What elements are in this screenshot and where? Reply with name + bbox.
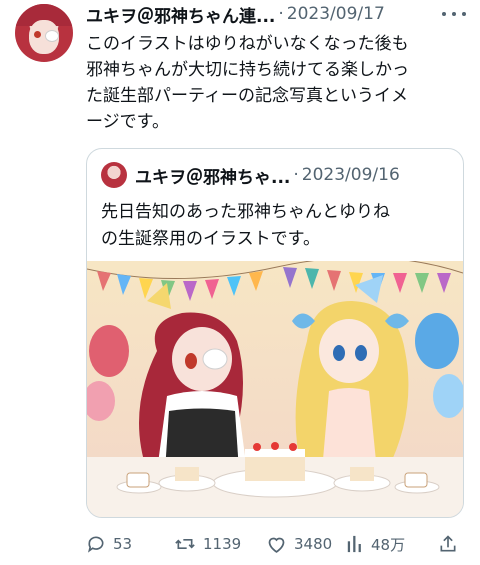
avatar-eyepatch	[45, 30, 59, 42]
quoted-header-separator: ·	[293, 165, 299, 185]
quoted-author-name: ユキヲ＠邪神ちゃ...	[135, 167, 291, 188]
views-count: 48万	[371, 535, 406, 554]
views-button[interactable]: 48万	[346, 530, 405, 558]
quoted-tweet-header: ユキヲ＠邪神ちゃ... · 2023/09/16	[135, 161, 455, 189]
tweet-actions: 53 1139 3480 48万	[86, 530, 466, 558]
reply-button[interactable]: 53	[86, 530, 132, 558]
reply-icon	[88, 536, 104, 553]
tweet-date[interactable]: 2023/09/17	[287, 4, 385, 24]
quoted-tweet-text: 先日告知のあった邪神ちゃんとゆりね の生誕祭用のイラストです。	[101, 202, 390, 249]
author-name[interactable]: ユキヲ＠邪神ちゃん連...	[86, 2, 275, 27]
share-button[interactable]	[438, 530, 458, 558]
reply-count: 53	[113, 535, 133, 553]
author-avatar[interactable]	[15, 4, 73, 62]
retweet-icon	[175, 539, 195, 549]
avatar-eye	[34, 31, 41, 38]
share-icon	[440, 535, 456, 552]
quoted-author-avatar	[101, 162, 127, 188]
tweet-text: このイラストはゆりねがいなくなった後も 邪神ちゃんが大切に持ち続けてる楽しかっ …	[86, 34, 409, 132]
views-icon	[347, 535, 361, 553]
retweet-button[interactable]: 1139	[174, 530, 241, 558]
quoted-tweet[interactable]: ユキヲ＠邪神ちゃ... · 2023/09/16 先日告知のあった邪神ちゃんとゆ…	[86, 148, 464, 518]
like-count: 3480	[294, 535, 333, 553]
like-icon	[268, 537, 285, 553]
header-separator: ·	[278, 4, 284, 24]
tweet-header: ユキヲ＠邪神ちゃん連... · 2023/09/17	[86, 2, 456, 27]
quoted-tweet-image[interactable]	[87, 261, 463, 518]
more-icon[interactable]	[442, 4, 466, 24]
like-button[interactable]: 3480	[266, 530, 332, 558]
retweet-count: 1139	[203, 535, 242, 553]
quoted-tweet-date: 2023/09/16	[301, 165, 400, 185]
